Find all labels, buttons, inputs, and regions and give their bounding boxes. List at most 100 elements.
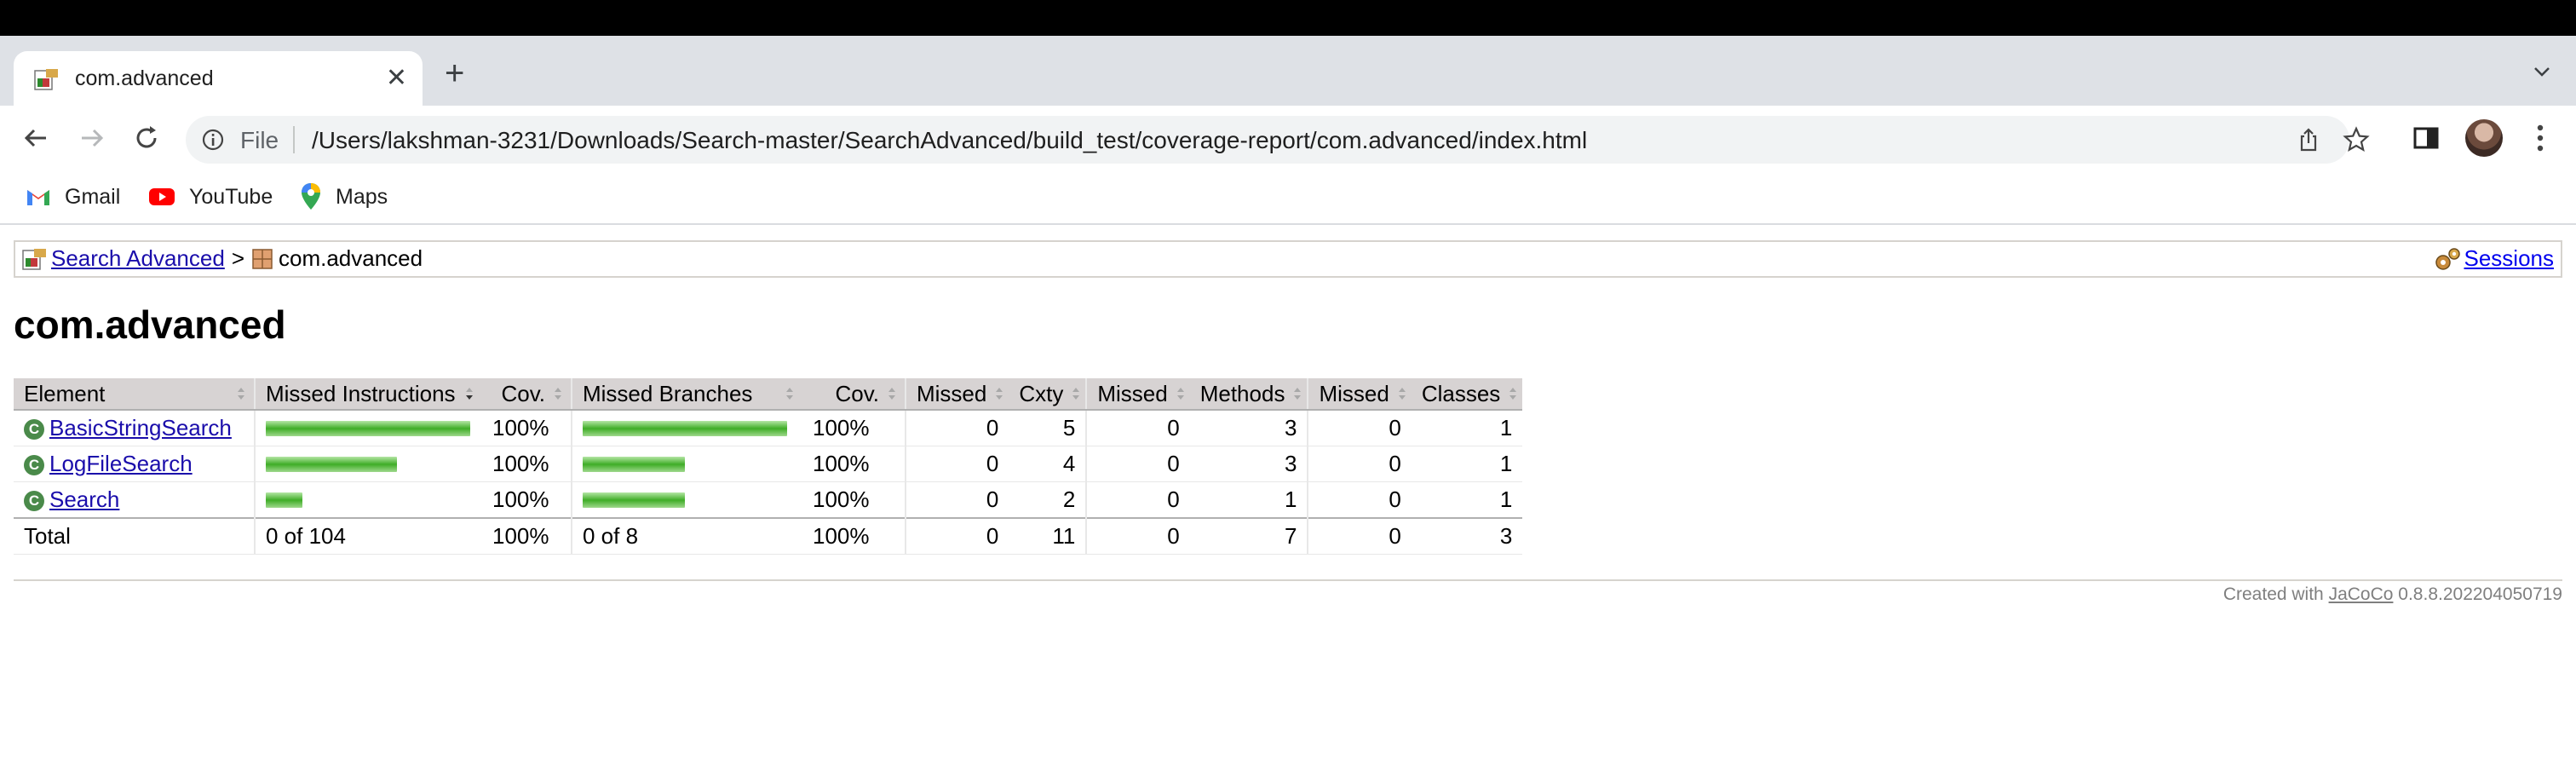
- table-row: C Search 100% 100% 0 2 0 1 0 1: [14, 481, 1523, 519]
- branch-cov-cell: 100%: [802, 410, 906, 446]
- sort-icon: [555, 388, 561, 400]
- table-row: C LogFileSearch 100% 100% 0 4 0 3 0 1: [14, 446, 1523, 482]
- new-tab-icon[interactable]: +: [445, 56, 464, 90]
- table-row: C BasicStringSearch 100% 100% 0 5 0 3 0 1: [14, 410, 1523, 446]
- header-missed-instructions[interactable]: Missed Instructions: [254, 378, 482, 411]
- breadcrumb-root-link[interactable]: Search Advanced: [51, 245, 225, 272]
- class-icon: C: [24, 419, 44, 440]
- table-header-row: Element Missed Instructions Cov. Missed …: [14, 378, 1523, 411]
- total-row: Total 0 of 104 100% 0 of 8 100% 0 11 0 7…: [14, 517, 1523, 555]
- chevron-down-icon[interactable]: [2532, 61, 2552, 82]
- branch-cov-cell: 100%: [802, 446, 906, 482]
- side-panel-icon[interactable]: [2412, 124, 2440, 152]
- missed-cxty-cell: 0: [904, 446, 1009, 482]
- element-link[interactable]: LogFileSearch: [49, 451, 193, 476]
- total-branch: 0 of 8: [571, 517, 802, 555]
- instr-cov-cell: 100%: [482, 481, 572, 519]
- url-text[interactable]: /Users/lakshman-3231/Downloads/Search-ma…: [312, 127, 1587, 154]
- more-menu-icon[interactable]: [2535, 123, 2545, 153]
- coverage-bar: [583, 456, 685, 472]
- sort-icon: [1398, 388, 1406, 400]
- sort-icon: [888, 388, 895, 400]
- header-classes[interactable]: Classes: [1411, 378, 1523, 411]
- sort-icon: [1294, 388, 1302, 400]
- back-arrow-icon[interactable]: [19, 121, 53, 155]
- sort-icon: [996, 388, 1003, 400]
- share-icon[interactable]: [2295, 126, 2322, 153]
- branch-bar-cell: [571, 481, 802, 519]
- header-methods[interactable]: Methods: [1189, 378, 1308, 411]
- instr-bar-cell: [254, 481, 482, 519]
- bookmark-star-icon[interactable]: [2343, 126, 2370, 153]
- methods-cell: 3: [1189, 410, 1308, 446]
- classes-cell: 1: [1411, 481, 1523, 519]
- coverage-bar: [583, 420, 787, 436]
- jacoco-link[interactable]: JaCoCo: [2329, 584, 2394, 604]
- total-label: Total: [14, 517, 255, 555]
- footer: Created with JaCoCo 0.8.8.202204050719: [2223, 584, 2562, 605]
- missed-methods-cell: 0: [1085, 481, 1190, 519]
- coverage-bar: [266, 456, 397, 472]
- address-bar[interactable]: File /Users/lakshman-3231/Downloads/Sear…: [186, 116, 2370, 164]
- branch-cov-cell: 100%: [802, 481, 906, 519]
- sort-desc-icon: [466, 388, 473, 400]
- header-element[interactable]: Element: [14, 378, 255, 411]
- header-instr-cov[interactable]: Cov.: [482, 378, 572, 411]
- footer-prefix: Created with: [2222, 584, 2324, 604]
- element-link[interactable]: Search: [49, 487, 119, 512]
- cxty-cell: 5: [1009, 410, 1087, 446]
- bookmark-maps[interactable]: Maps: [300, 182, 388, 211]
- methods-cell: 3: [1189, 446, 1308, 482]
- missed-classes-cell: 0: [1307, 481, 1412, 519]
- bookmark-label: Gmail: [65, 184, 121, 209]
- header-missed-methods[interactable]: Missed: [1085, 378, 1190, 411]
- total-missed-classes: 0: [1307, 517, 1412, 555]
- gmail-icon: [27, 190, 49, 205]
- classes-cell: 1: [1411, 446, 1523, 482]
- coverage-bar: [583, 492, 685, 508]
- close-tab-icon[interactable]: ✕: [386, 63, 407, 93]
- header-missed-branches[interactable]: Missed Branches: [571, 378, 802, 411]
- bookmark-gmail[interactable]: Gmail: [26, 182, 120, 211]
- branch-bar-cell: [571, 410, 802, 446]
- missed-cxty-cell: 0: [904, 410, 1009, 446]
- header-missed-cxty[interactable]: Missed: [904, 378, 1009, 411]
- sort-icon: [1176, 388, 1184, 400]
- browser-tab[interactable]: com.advanced ✕: [14, 51, 423, 106]
- missed-cxty-cell: 0: [904, 481, 1009, 519]
- profile-avatar[interactable]: [2465, 119, 2503, 157]
- reload-icon[interactable]: [129, 121, 164, 155]
- cxty-cell: 2: [1009, 481, 1087, 519]
- element-cell: C BasicStringSearch: [14, 410, 255, 446]
- header-missed-classes[interactable]: Missed: [1307, 378, 1412, 411]
- instr-cov-cell: 100%: [482, 410, 572, 446]
- total-instr-cov: 100%: [482, 517, 572, 555]
- header-branch-cov[interactable]: Cov.: [802, 378, 906, 411]
- footer-version: 0.8.8.202204050719: [2398, 584, 2562, 604]
- element-cell: C Search: [14, 481, 255, 519]
- instr-cov-cell: 100%: [482, 446, 572, 482]
- breadcrumb: Search Advanced > com.advanced Sessions: [14, 240, 2562, 278]
- coverage-bar: [266, 492, 302, 508]
- info-icon[interactable]: [201, 128, 225, 152]
- total-branch-cov: 100%: [802, 517, 906, 555]
- header-cxty[interactable]: Cxty: [1009, 378, 1087, 411]
- maps-pin-icon: [302, 183, 320, 210]
- bookmark-label: Maps: [336, 184, 388, 209]
- report-icon: [22, 248, 46, 270]
- package-icon: [252, 248, 273, 269]
- page-title: com.advanced: [14, 302, 286, 347]
- sessions-gears-icon: [2435, 247, 2460, 270]
- element-link[interactable]: BasicStringSearch: [49, 415, 232, 440]
- bookmark-youtube[interactable]: YouTube: [148, 182, 273, 211]
- sort-icon: [238, 388, 244, 400]
- element-cell: C LogFileSearch: [14, 446, 255, 482]
- missed-classes-cell: 0: [1307, 446, 1412, 482]
- instr-bar-cell: [254, 410, 482, 446]
- sessions-link[interactable]: Sessions: [2464, 245, 2555, 272]
- forward-arrow-icon[interactable]: [75, 121, 109, 155]
- address-scheme: File: [240, 127, 279, 153]
- missed-classes-cell: 0: [1307, 410, 1412, 446]
- tab-strip: com.advanced ✕ +: [0, 36, 2576, 106]
- sort-icon: [786, 388, 793, 400]
